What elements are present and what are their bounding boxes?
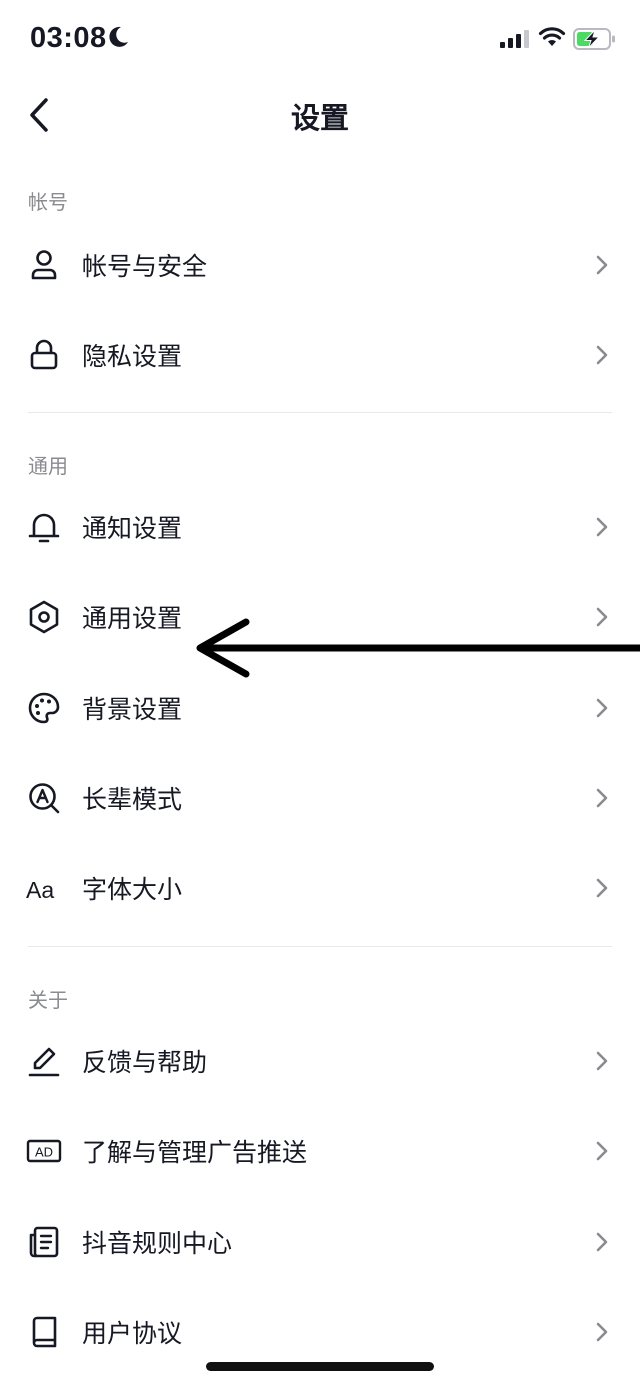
page-title: 设置 <box>290 101 349 135</box>
settings-item-background[interactable]: 背景设置 <box>0 663 640 753</box>
ad-icon: AD <box>26 1139 62 1163</box>
elder-mode-icon <box>29 783 60 814</box>
section-title-about: 关于 <box>28 988 68 1012</box>
section-divider <box>28 412 612 413</box>
settings-item-rules-center[interactable]: 抖音规则中心 <box>0 1197 640 1287</box>
home-indicator[interactable] <box>206 1362 434 1371</box>
chevron-right-icon <box>596 698 608 718</box>
chevron-right-icon <box>596 878 608 898</box>
chevron-right-icon <box>596 517 608 537</box>
status-time: 03:08 <box>30 22 107 54</box>
settings-item-label: 背景设置 <box>82 695 183 724</box>
chevron-right-icon <box>596 1051 608 1071</box>
settings-item-label: 字体大小 <box>82 875 183 904</box>
settings-item-elder-mode[interactable]: 长辈模式 <box>0 753 640 843</box>
wifi-icon <box>538 27 566 46</box>
section-title-general: 通用 <box>28 454 68 478</box>
gear-icon <box>29 600 59 634</box>
settings-item-label: 通知设置 <box>82 514 183 543</box>
chevron-right-icon <box>596 1141 608 1161</box>
settings-item-label: 用户协议 <box>82 1319 183 1348</box>
battery-charging-icon <box>573 28 615 50</box>
settings-item-label: 通用设置 <box>82 604 183 633</box>
moon-icon <box>109 26 128 47</box>
settings-item-general[interactable]: 通用设置 <box>0 572 640 662</box>
chevron-right-icon <box>596 788 608 808</box>
lock-icon <box>30 339 58 370</box>
palette-icon <box>28 692 60 724</box>
settings-item-label: 长辈模式 <box>82 785 183 814</box>
settings-item-ad-management[interactable]: AD 了解与管理广告推送 <box>0 1106 640 1196</box>
document-icon <box>29 1226 59 1258</box>
status-bar: 03:08 <box>0 0 640 80</box>
book-icon <box>32 1316 57 1348</box>
settings-item-label: 了解与管理广告推送 <box>82 1138 308 1167</box>
chevron-right-icon <box>596 1322 608 1342</box>
settings-item-notifications[interactable]: 通知设置 <box>0 482 640 572</box>
section-divider <box>28 946 612 947</box>
chevron-right-icon <box>596 607 608 627</box>
section-title-account: 帐号 <box>28 190 68 214</box>
pencil-icon <box>28 1047 60 1077</box>
chevron-right-icon <box>596 255 608 275</box>
navigation-bar: 设置 <box>0 80 640 150</box>
settings-item-privacy[interactable]: 隐私设置 <box>0 310 640 400</box>
svg-text:Aa: Aa <box>26 877 54 903</box>
settings-item-account-security[interactable]: 帐号与安全 <box>0 220 640 310</box>
settings-item-font-size[interactable]: Aa 字体大小 <box>0 843 640 933</box>
chevron-right-icon <box>596 345 608 365</box>
settings-item-label: 反馈与帮助 <box>82 1048 208 1077</box>
user-icon <box>31 250 57 280</box>
font-size-icon: Aa <box>26 877 54 903</box>
bell-icon <box>28 513 60 543</box>
cellular-signal-icon <box>500 30 529 48</box>
settings-item-label: 抖音规则中心 <box>82 1229 233 1258</box>
settings-item-feedback[interactable]: 反馈与帮助 <box>0 1016 640 1106</box>
settings-item-label: 隐私设置 <box>82 342 183 371</box>
chevron-right-icon <box>596 1232 608 1252</box>
settings-item-label: 帐号与安全 <box>82 252 208 281</box>
svg-text:AD: AD <box>35 1145 53 1160</box>
